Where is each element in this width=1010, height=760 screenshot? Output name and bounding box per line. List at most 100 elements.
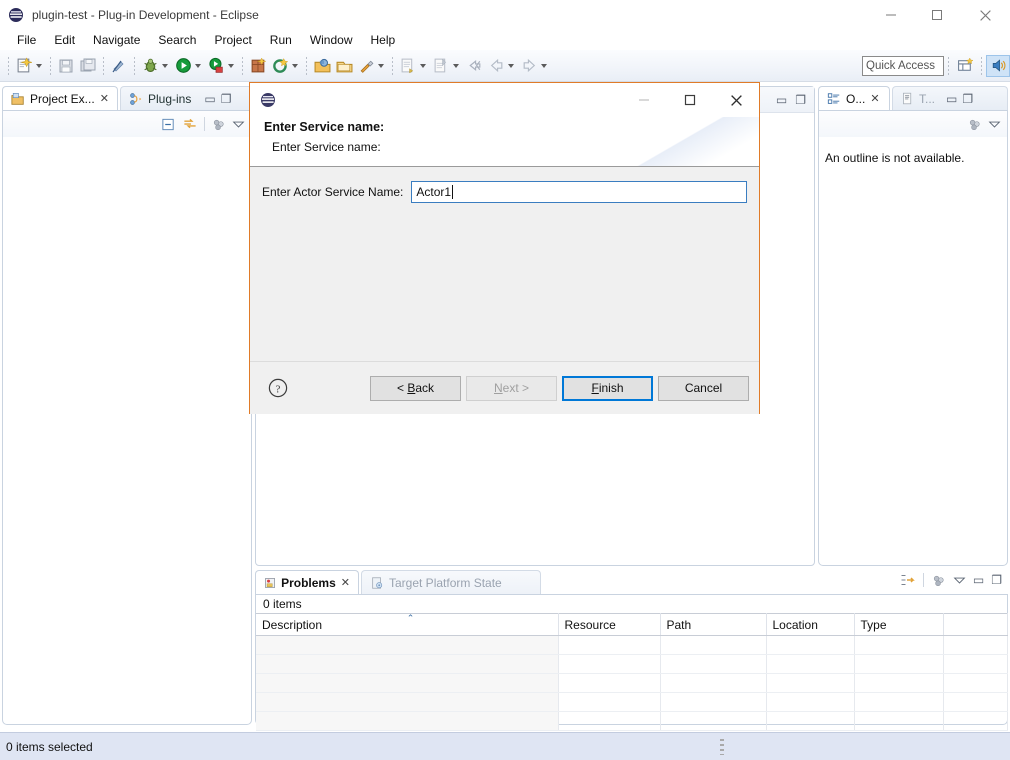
menu-project[interactable]: Project <box>205 32 260 48</box>
quick-access-input[interactable]: Quick Access <box>862 55 944 76</box>
editor-maximize-icon[interactable]: ❐ <box>795 93 806 107</box>
debug-dropdown-icon[interactable] <box>162 63 168 68</box>
focus-on-selection-icon[interactable] <box>900 572 916 588</box>
dialog-close-button[interactable] <box>713 83 759 117</box>
dialog-footer: ? < Back Next > Finish Cancel <box>250 361 759 414</box>
view-menu-icon[interactable] <box>967 117 982 132</box>
service-name-input[interactable]: Actor1 <box>411 181 747 203</box>
table-row[interactable] <box>256 654 1008 674</box>
forward-dropdown-icon[interactable] <box>541 63 547 68</box>
new-java-class-icon[interactable] <box>269 55 291 77</box>
outline-icon <box>827 92 840 104</box>
service-name-field-row: Enter Actor Service Name: Actor1 <box>250 167 759 203</box>
open-type-icon[interactable] <box>311 55 333 77</box>
open-perspective-icon[interactable] <box>953 55 977 77</box>
column-header-type[interactable]: Type <box>854 613 944 636</box>
forward-icon[interactable] <box>518 55 540 77</box>
next-annotation-icon[interactable] <box>397 55 419 77</box>
open-task-icon[interactable] <box>333 55 355 77</box>
main-toolbar: Quick Access <box>0 50 1010 82</box>
menu-edit[interactable]: Edit <box>45 32 84 48</box>
project-explorer-icon <box>11 92 24 105</box>
target-platform-icon <box>372 576 383 589</box>
view-maximize-icon[interactable]: ❐ <box>991 573 1002 587</box>
right-view-tabrow: O... ✕ T... ▭ ❐ <box>818 86 1008 110</box>
previous-annotation-dropdown-icon[interactable] <box>453 63 459 68</box>
tab-target-platform-state[interactable]: Target Platform State <box>361 570 541 594</box>
left-view-tabrow: Project Ex... ✕ Plug-ins ▭ ❐ <box>2 86 252 110</box>
view-maximize-icon[interactable]: ❐ <box>962 92 973 106</box>
collapse-all-icon[interactable] <box>161 117 176 132</box>
view-dropdown-icon[interactable] <box>953 574 966 587</box>
next-annotation-dropdown-icon[interactable] <box>420 63 426 68</box>
back-icon[interactable] <box>485 55 507 77</box>
table-row[interactable] <box>256 711 1008 731</box>
menu-help[interactable]: Help <box>362 32 405 48</box>
status-grip[interactable] <box>720 739 724 755</box>
view-minimize-icon[interactable]: ▭ <box>973 573 984 587</box>
help-question-icon[interactable]: ? <box>268 378 288 398</box>
tab-project-explorer[interactable]: Project Ex... ✕ <box>2 86 118 110</box>
view-minimize-icon[interactable]: ▭ <box>204 92 215 106</box>
finish-button[interactable]: Finish <box>562 375 653 401</box>
tab-close-icon[interactable]: ✕ <box>870 92 879 105</box>
menu-search[interactable]: Search <box>149 32 205 48</box>
view-menu-icon[interactable] <box>211 117 226 132</box>
table-row[interactable] <box>256 673 1008 693</box>
tab-label: Plug-ins <box>148 91 192 106</box>
view-dropdown-icon[interactable] <box>988 118 1001 131</box>
run-icon[interactable] <box>172 55 194 77</box>
view-dropdown-icon[interactable] <box>232 118 245 131</box>
run-coverage-icon[interactable] <box>205 55 227 77</box>
table-header-row: ⌃ Description Resource Path Location Typ… <box>256 613 1008 636</box>
java-perspective-icon[interactable] <box>986 54 1010 77</box>
table-row[interactable] <box>256 635 1008 655</box>
menu-window[interactable]: Window <box>301 32 362 48</box>
external-tools-icon[interactable] <box>355 55 377 77</box>
new-wizard-icon[interactable] <box>13 55 35 77</box>
new-wizard-dropdown-icon[interactable] <box>36 63 42 68</box>
run-dropdown-icon[interactable] <box>195 63 201 68</box>
view-minimize-icon[interactable]: ▭ <box>946 92 957 106</box>
save-icon[interactable] <box>55 55 77 77</box>
back-button[interactable]: < Back <box>370 375 461 401</box>
menu-navigate[interactable]: Navigate <box>84 32 149 48</box>
menu-file[interactable]: File <box>8 32 45 48</box>
problems-tabrow: Problems ✕ Target Platform State ▭ ❐ <box>255 570 1008 594</box>
view-menu-icon[interactable] <box>931 573 946 588</box>
dialog-body: Enter Actor Service Name: Actor1 <box>250 167 759 361</box>
tab-outline[interactable]: O... ✕ <box>818 86 890 110</box>
back-dropdown-icon[interactable] <box>508 63 514 68</box>
cancel-button[interactable]: Cancel <box>658 375 749 401</box>
previous-annotation-icon[interactable] <box>430 55 452 77</box>
last-edit-location-icon[interactable] <box>463 55 485 77</box>
tab-close-icon[interactable]: ✕ <box>100 92 109 105</box>
tab-task-list[interactable]: T... ▭ ❐ <box>892 86 1008 110</box>
menu-run[interactable]: Run <box>261 32 301 48</box>
view-maximize-icon[interactable]: ❐ <box>221 92 232 106</box>
external-tools-dropdown-icon[interactable] <box>378 63 384 68</box>
save-all-icon[interactable] <box>77 55 99 77</box>
new-plugin-project-icon[interactable] <box>247 55 269 77</box>
new-java-class-dropdown-icon[interactable] <box>292 63 298 68</box>
dialog-minimize-button[interactable] <box>621 83 667 117</box>
toggle-mark-occurrences-icon[interactable] <box>108 55 130 77</box>
run-coverage-dropdown-icon[interactable] <box>228 63 234 68</box>
debug-icon[interactable] <box>139 55 161 77</box>
editor-minimize-icon[interactable]: ▭ <box>776 93 787 107</box>
column-header-path[interactable]: Path <box>660 613 767 636</box>
table-row[interactable] <box>256 692 1008 712</box>
menu-bar: File Edit Navigate Search Project Run Wi… <box>0 30 1010 50</box>
maximize-button[interactable] <box>914 0 960 30</box>
column-header-location[interactable]: Location <box>766 613 855 636</box>
tab-plugins[interactable]: Plug-ins ▭ ❐ <box>120 86 252 110</box>
close-button[interactable] <box>960 0 1010 30</box>
column-header-description[interactable]: ⌃ Description <box>256 613 559 636</box>
tab-problems[interactable]: Problems ✕ <box>255 570 359 594</box>
minimize-button[interactable] <box>868 0 914 30</box>
tab-label: Project Ex... <box>30 91 95 106</box>
dialog-maximize-button[interactable] <box>667 83 713 117</box>
link-with-editor-icon[interactable] <box>182 117 198 132</box>
tab-close-icon[interactable]: ✕ <box>341 576 350 589</box>
column-header-resource[interactable]: Resource <box>558 613 661 636</box>
